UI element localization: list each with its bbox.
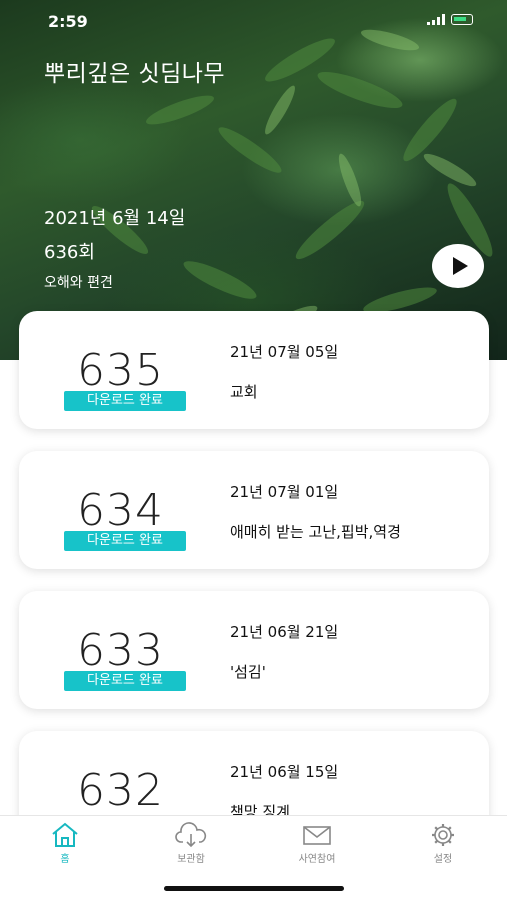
battery-icon: [451, 14, 473, 25]
latest-episode-title: 오해와 편견: [44, 275, 113, 291]
tab-story-label: 사연참여: [298, 854, 336, 865]
episode-date: 21년 07월 05일: [230, 343, 339, 361]
episode-card[interactable]: 634 다운로드 완료 21년 07월 01일 애매히 받는 고난,핍박,역경: [19, 451, 489, 569]
episode-number: 634: [77, 485, 164, 536]
tab-settings-label: 설정: [433, 854, 453, 865]
latest-episode-date: 2021년 6월 14일: [44, 208, 186, 229]
latest-episode-number: 636회: [44, 242, 95, 263]
episode-number: 635: [77, 345, 164, 396]
hero-banner: 2:59 뿌리깊은 싯딤나무 2021년 6월 14일 636회 오해와 편견: [0, 0, 507, 360]
tab-archive-label: 보관함: [177, 854, 205, 865]
signal-icon: [427, 14, 445, 25]
tab-story[interactable]: 사연참여: [277, 822, 357, 865]
play-icon: [452, 257, 468, 275]
episode-number: 633: [77, 625, 164, 676]
episode-title: 애매히 받는 고난,핍박,역경: [230, 523, 401, 541]
status-icons: [427, 14, 473, 25]
episode-date: 21년 07월 01일: [230, 483, 339, 501]
episode-date: 21년 06월 15일: [230, 763, 339, 781]
app-title: 뿌리깊은 싯딤나무: [44, 61, 226, 87]
tab-settings[interactable]: 설정: [403, 822, 483, 865]
episode-card[interactable]: 635 다운로드 완료 21년 07월 05일 교회: [19, 311, 489, 429]
play-button[interactable]: [432, 244, 484, 288]
tab-archive[interactable]: 보관함: [151, 822, 231, 865]
episode-number: 632: [77, 765, 164, 816]
download-complete-badge: 다운로드 완료: [64, 671, 186, 691]
mail-icon: [303, 826, 331, 845]
home-indicator: [164, 886, 344, 891]
tab-home[interactable]: 홈: [25, 822, 105, 865]
episode-card[interactable]: 633 다운로드 완료 21년 06월 21일 '섬김': [19, 591, 489, 709]
episode-title: 교회: [230, 383, 258, 401]
tab-home-label: 홈: [60, 854, 70, 865]
episode-date: 21년 06월 21일: [230, 623, 339, 641]
status-time: 2:59: [48, 12, 88, 31]
home-icon: [52, 822, 78, 847]
download-complete-badge: 다운로드 완료: [64, 391, 186, 411]
episode-title: '섬김': [230, 663, 266, 681]
download-complete-badge: 다운로드 완료: [64, 531, 186, 551]
gear-icon: [432, 824, 454, 846]
cloud-download-icon: [175, 822, 207, 848]
